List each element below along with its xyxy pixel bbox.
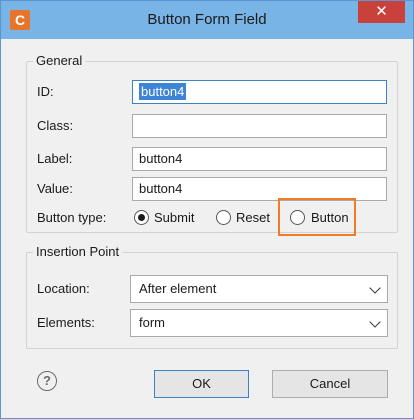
id-field-selected-text: button4 — [139, 83, 187, 100]
title-bar: C Button Form Field ✕ — [1, 1, 413, 39]
id-field[interactable]: button4 — [132, 80, 387, 104]
radio-submit-label[interactable]: Submit — [154, 210, 194, 226]
elements-value: form — [139, 315, 165, 330]
location-label: Location: — [37, 281, 90, 296]
elements-label: Elements: — [37, 315, 95, 330]
chevron-down-icon — [369, 282, 381, 294]
cancel-button[interactable]: Cancel — [272, 370, 388, 398]
highlight-box — [278, 198, 356, 236]
chevron-down-icon — [369, 316, 381, 328]
dialog-window: C Button Form Field ✕ General ID: button… — [0, 0, 414, 419]
insertion-point-legend: Insertion Point — [33, 244, 123, 260]
general-legend: General — [33, 53, 86, 69]
ok-button[interactable]: OK — [154, 370, 249, 398]
label-label: Label: — [37, 151, 73, 166]
value-label: Value: — [37, 181, 73, 196]
elements-select[interactable]: form — [130, 309, 388, 337]
help-icon[interactable]: ? — [37, 371, 57, 391]
radio-reset-label[interactable]: Reset — [236, 210, 270, 226]
dialog-title: Button Form Field — [147, 11, 267, 28]
location-select[interactable]: After element — [130, 275, 388, 303]
id-label: ID: — [37, 84, 54, 99]
radio-submit[interactable] — [134, 210, 149, 225]
class-label: Class: — [37, 118, 74, 133]
close-button[interactable]: ✕ — [358, 1, 405, 23]
class-field[interactable] — [132, 114, 387, 138]
label-field[interactable]: button4 — [132, 147, 387, 171]
button-type-label: Button type: — [37, 210, 107, 225]
radio-reset[interactable] — [216, 210, 231, 225]
location-value: After element — [139, 281, 217, 296]
